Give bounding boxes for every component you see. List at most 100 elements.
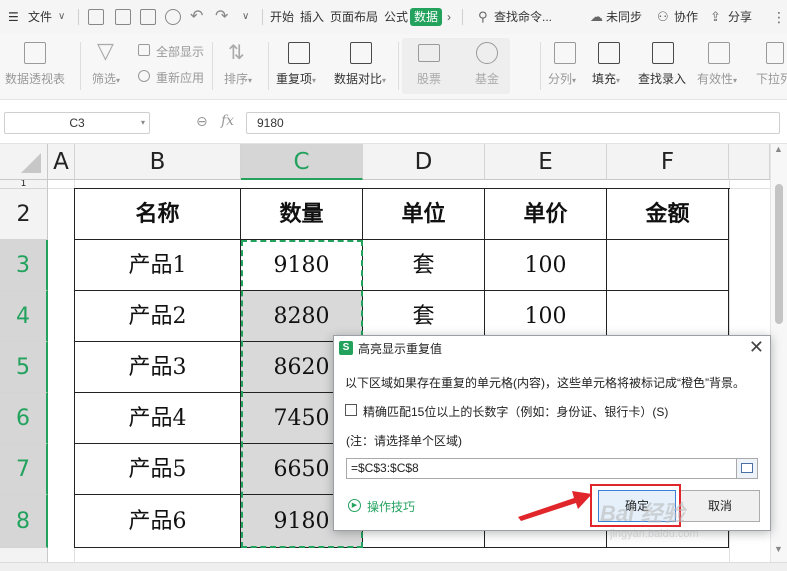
tab-formulas[interactable]: 公式 xyxy=(384,0,408,34)
validity-button[interactable]: 有效性▾ xyxy=(697,70,737,87)
play-icon[interactable]: ▶ xyxy=(348,499,361,512)
cell-f3[interactable] xyxy=(607,240,729,291)
share-button[interactable]: 分享 xyxy=(728,0,752,34)
sort-icon[interactable]: ⇅ xyxy=(228,40,245,65)
header-cell-price[interactable]: 单价 xyxy=(485,189,607,240)
cell-e3[interactable]: 100 xyxy=(485,240,607,291)
tips-link[interactable]: 操作技巧 xyxy=(367,498,415,515)
split-column-icon[interactable] xyxy=(554,42,576,64)
scroll-up-icon[interactable]: ▲ xyxy=(774,144,783,154)
cancel-button[interactable]: 取消 xyxy=(680,490,760,522)
ok-button[interactable]: 确定 xyxy=(598,490,676,522)
name-box[interactable]: C3 ▾ xyxy=(4,112,150,134)
cell-b5[interactable]: 产品3 xyxy=(75,342,241,393)
save-icon[interactable] xyxy=(88,9,104,25)
search-icon[interactable]: ⚲ xyxy=(478,0,488,34)
column-header-c[interactable]: C xyxy=(241,144,363,180)
pivot-table-button[interactable]: 数据透视表 xyxy=(5,70,65,87)
data-compare-icon[interactable] xyxy=(350,42,372,64)
header-cell-unit[interactable]: 单位 xyxy=(363,189,485,240)
select-all-corner[interactable] xyxy=(0,144,48,180)
vertical-scrollbar[interactable]: ▲ ▼ xyxy=(770,144,787,571)
scrollbar-thumb[interactable] xyxy=(775,184,783,324)
formula-input[interactable]: 9180 xyxy=(246,112,780,134)
fund-icon[interactable] xyxy=(476,42,498,64)
tab-page-layout[interactable]: 页面布局 xyxy=(330,0,378,34)
fx-icon[interactable]: fx xyxy=(221,113,234,129)
dropdown-list-icon[interactable] xyxy=(766,42,784,64)
reapply-button[interactable]: 重新应用 xyxy=(156,69,204,86)
fill-icon[interactable] xyxy=(598,42,620,64)
split-column-button[interactable]: 分列▾ xyxy=(548,70,576,87)
stock-icon[interactable] xyxy=(418,44,440,62)
row-header-8[interactable]: 8 xyxy=(0,495,48,548)
name-box-chevron-icon[interactable]: ▾ xyxy=(141,113,145,133)
column-header-g[interactable] xyxy=(729,144,770,180)
column-header-d[interactable]: D xyxy=(363,144,485,180)
row-header-1[interactable]: 1 xyxy=(0,180,48,189)
column-header-e[interactable]: E xyxy=(485,144,607,180)
range-picker-button[interactable] xyxy=(736,458,758,479)
more-tabs-chevron-icon[interactable]: › xyxy=(447,0,451,34)
header-cell-quantity[interactable]: 数量 xyxy=(241,189,363,240)
cell-b4[interactable]: 产品2 xyxy=(75,291,241,342)
sort-button[interactable]: 排序▾ xyxy=(224,70,252,87)
long-number-checkbox[interactable] xyxy=(345,404,357,416)
export-icon[interactable] xyxy=(115,9,131,25)
print-icon[interactable] xyxy=(140,9,156,25)
file-menu[interactable]: 文件 xyxy=(28,0,52,34)
filter-button[interactable]: 筛选▾ xyxy=(92,70,120,87)
cell-b8[interactable]: 产品6 xyxy=(75,495,241,548)
fill-button[interactable]: 填充▾ xyxy=(592,70,620,87)
dropdown-list-button[interactable]: 下拉列 xyxy=(756,70,787,87)
filter-icon[interactable]: ▽ xyxy=(97,38,114,64)
long-number-checkbox-label[interactable]: 精确匹配15位以上的长数字（例如：身份证、银行卡）(S) xyxy=(363,403,668,420)
cell-b3[interactable]: 产品1 xyxy=(75,240,241,291)
row-header-7[interactable]: 7 xyxy=(0,444,48,495)
lookup-entry-icon[interactable] xyxy=(652,42,674,64)
undo-icon[interactable]: ↶ xyxy=(190,0,203,34)
validity-icon[interactable] xyxy=(708,42,730,64)
pivot-table-icon[interactable] xyxy=(24,42,46,64)
column-header-a[interactable]: A xyxy=(48,144,75,180)
data-compare-button[interactable]: 数据对比▾ xyxy=(334,70,386,87)
command-search[interactable]: 查找命令... xyxy=(494,0,552,34)
fund-button[interactable]: 基金 xyxy=(475,70,499,87)
sync-status[interactable]: 未同步 xyxy=(606,0,642,34)
cell-d3[interactable]: 套 xyxy=(363,240,485,291)
duplicates-icon[interactable] xyxy=(288,42,310,64)
duplicates-button[interactable]: 重复项▾ xyxy=(276,70,316,87)
file-menu-chevron-icon[interactable]: ∨ xyxy=(58,0,65,34)
file-menu-icon[interactable]: ☰ xyxy=(8,0,19,34)
range-input[interactable]: =$C$3:$C$8 xyxy=(346,458,746,479)
horizontal-scrollbar[interactable] xyxy=(0,562,787,571)
cell-c3[interactable]: 9180 xyxy=(241,240,363,291)
tab-data[interactable]: 数据 xyxy=(410,8,443,26)
dialog-titlebar[interactable]: S 高亮显示重复值 ✕ xyxy=(334,336,770,360)
header-cell-amount[interactable]: 金额 xyxy=(607,189,729,240)
column-header-f[interactable]: F xyxy=(607,144,729,180)
highlight-duplicates-dialog: S 高亮显示重复值 ✕ 以下区域如果存在重复的单元格(内容)，这些单元格将被标记… xyxy=(333,335,771,531)
scroll-down-icon[interactable]: ▼ xyxy=(774,544,783,554)
redo-icon[interactable]: ↷ xyxy=(215,0,228,34)
column-header-b[interactable]: B xyxy=(75,144,241,180)
lookup-entry-button[interactable]: 查找录入 xyxy=(638,70,686,87)
collaborate-button[interactable]: 协作 xyxy=(674,0,698,34)
show-all-button[interactable]: 全部显示 xyxy=(156,43,204,60)
zoom-search-icon[interactable]: ⊖ xyxy=(196,113,208,130)
quick-access-chevron-icon[interactable]: ∨ xyxy=(242,0,249,34)
cell-b6[interactable]: 产品4 xyxy=(75,393,241,444)
cell-b7[interactable]: 产品5 xyxy=(75,444,241,495)
row-header-6[interactable]: 6 xyxy=(0,393,48,444)
tab-insert[interactable]: 插入 xyxy=(300,0,324,34)
row-header-3[interactable]: 3 xyxy=(0,240,48,291)
row-header-5[interactable]: 5 xyxy=(0,342,48,393)
row-header-4[interactable]: 4 xyxy=(0,291,48,342)
close-icon[interactable]: ✕ xyxy=(749,337,764,357)
preview-icon[interactable] xyxy=(165,9,181,25)
tab-home[interactable]: 开始 xyxy=(270,0,294,34)
row-header-2[interactable]: 2 xyxy=(0,189,48,240)
stock-button[interactable]: 股票 xyxy=(417,70,441,87)
header-cell-name[interactable]: 名称 xyxy=(75,189,241,240)
more-options-icon[interactable]: ⋮ xyxy=(772,0,786,34)
